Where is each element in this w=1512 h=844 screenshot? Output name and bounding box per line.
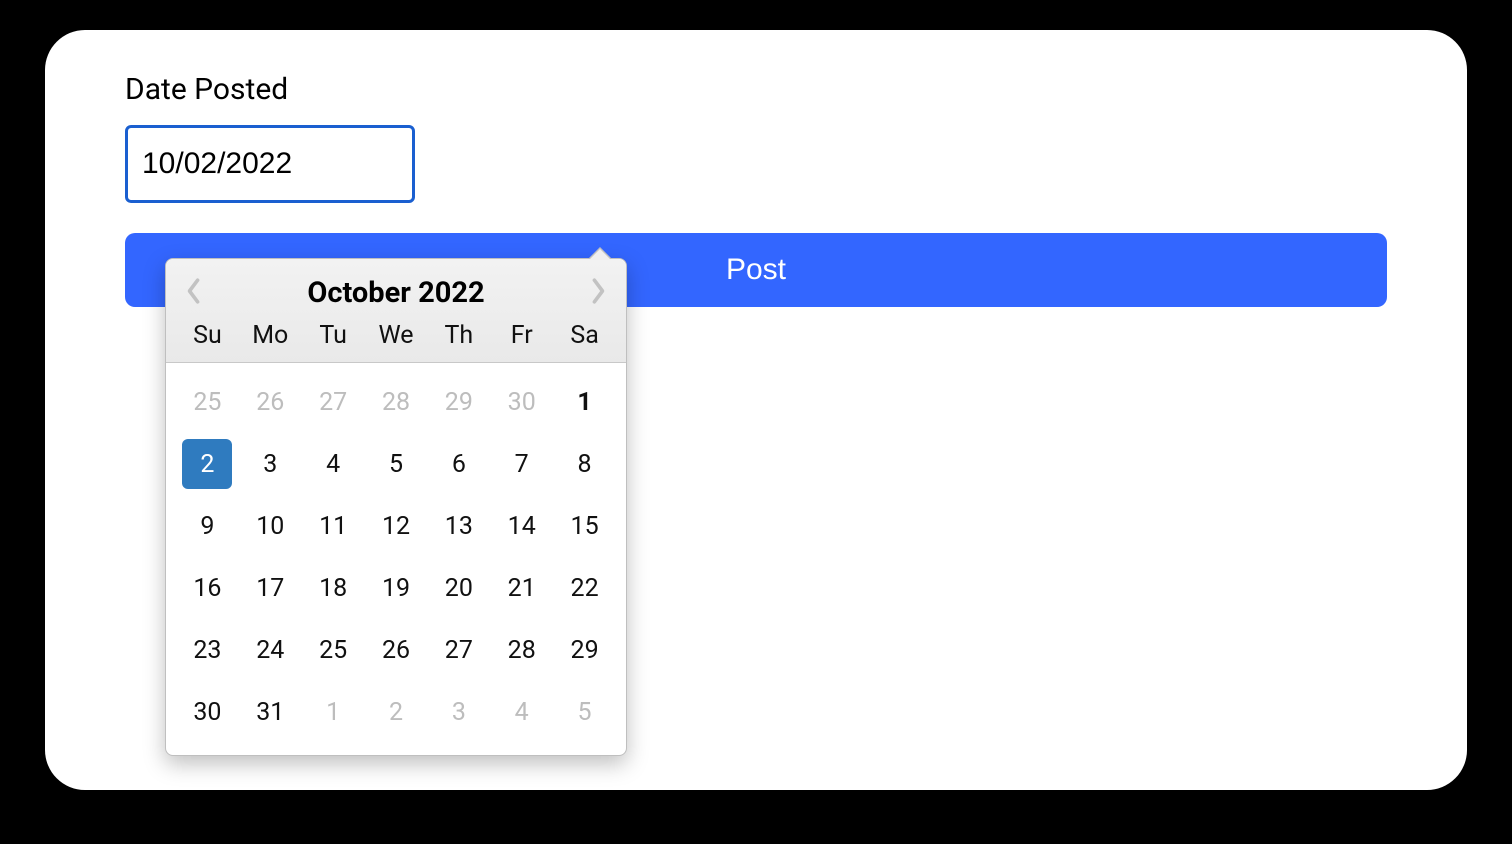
calendar-day[interactable]: 4 [302,439,365,489]
dow-cell: Th [427,321,490,350]
calendar-day[interactable]: 1 [553,377,616,427]
calendar-day[interactable]: 3 [239,439,302,489]
calendar-day[interactable]: 8 [553,439,616,489]
calendar-day[interactable]: 1 [302,687,365,737]
calendar-day[interactable]: 6 [427,439,490,489]
chevron-right-icon [589,277,607,309]
calendar-day[interactable]: 5 [365,439,428,489]
dow-cell: Tu [302,321,365,350]
calendar-day[interactable]: 31 [239,687,302,737]
calendar-day[interactable]: 17 [239,563,302,613]
calendar-day[interactable]: 22 [553,563,616,613]
calendar-day[interactable]: 27 [427,625,490,675]
date-posted-input[interactable] [125,125,415,203]
calendar-day[interactable]: 10 [239,501,302,551]
calendar-day[interactable]: 28 [365,377,428,427]
date-posted-label: Date Posted [125,72,1387,107]
calendar-day[interactable]: 2 [182,439,232,489]
dow-cell: Fr [490,321,553,350]
datepicker-header: October 2022 Su Mo Tu We Th Fr Sa [166,259,626,363]
dow-cell: We [365,321,428,350]
datepicker-popover: October 2022 Su Mo Tu We Th Fr Sa 252627… [165,258,627,756]
calendar-day[interactable]: 26 [365,625,428,675]
calendar-day[interactable]: 11 [302,501,365,551]
calendar-day[interactable]: 19 [365,563,428,613]
chevron-left-icon [185,277,203,309]
calendar-day[interactable]: 30 [176,687,239,737]
calendar-day[interactable]: 3 [427,687,490,737]
next-month-button[interactable] [580,275,616,311]
datepicker-title: October 2022 [307,276,484,310]
calendar-day[interactable]: 26 [239,377,302,427]
dow-cell: Mo [239,321,302,350]
calendar-day[interactable]: 2 [365,687,428,737]
calendar-day[interactable]: 12 [365,501,428,551]
calendar-day[interactable]: 18 [302,563,365,613]
form-card: Date Posted Post October 2022 Su M [45,30,1467,790]
prev-month-button[interactable] [176,275,212,311]
calendar-day[interactable]: 7 [490,439,553,489]
calendar-day[interactable]: 20 [427,563,490,613]
dow-cell: Su [176,321,239,350]
calendar-day[interactable]: 24 [239,625,302,675]
calendar-day[interactable]: 16 [176,563,239,613]
calendar-day[interactable]: 23 [176,625,239,675]
calendar-day[interactable]: 9 [176,501,239,551]
datepicker-dow-row: Su Mo Tu We Th Fr Sa [166,315,626,358]
calendar-day[interactable]: 13 [427,501,490,551]
calendar-day[interactable]: 25 [176,377,239,427]
datepicker-grid: 2526272829301234567891011121314151617181… [166,363,626,755]
calendar-day[interactable]: 29 [553,625,616,675]
dow-cell: Sa [553,321,616,350]
calendar-day[interactable]: 30 [490,377,553,427]
calendar-day[interactable]: 28 [490,625,553,675]
calendar-day[interactable]: 14 [490,501,553,551]
calendar-day[interactable]: 21 [490,563,553,613]
calendar-day[interactable]: 4 [490,687,553,737]
calendar-day[interactable]: 25 [302,625,365,675]
calendar-day[interactable]: 15 [553,501,616,551]
calendar-day[interactable]: 29 [427,377,490,427]
calendar-day[interactable]: 5 [553,687,616,737]
calendar-day[interactable]: 27 [302,377,365,427]
